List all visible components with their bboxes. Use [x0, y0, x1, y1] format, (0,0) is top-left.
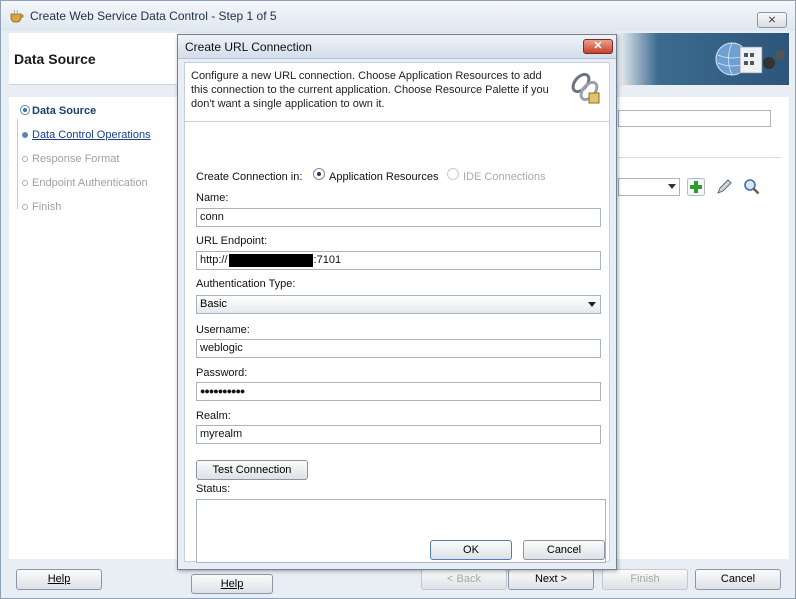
connection-chain-icon: [571, 72, 600, 104]
test-connection-button[interactable]: Test Connection: [196, 460, 308, 480]
edit-pencil-icon[interactable]: [715, 178, 733, 196]
dialog-close-button[interactable]: ✕: [583, 39, 613, 54]
dialog-title-bar: Create URL Connection ✕: [178, 35, 616, 59]
dialog-description: Configure a new URL connection. Choose A…: [191, 70, 549, 110]
chevron-down-icon: [588, 302, 596, 307]
realm-label: Realm:: [196, 410, 231, 422]
nav-step-marker: [22, 180, 28, 186]
outer-help-button[interactable]: Help: [16, 569, 102, 590]
nav-step-endpoint-authentication: Endpoint Authentication: [32, 177, 148, 189]
url-endpoint-label: URL Endpoint:: [196, 235, 268, 247]
dialog-help-button[interactable]: Help: [191, 574, 273, 594]
nav-step-marker: [22, 204, 28, 210]
redacted-host: [228, 253, 313, 267]
nav-step-response-format: Response Format: [32, 153, 120, 165]
url-prefix: http://: [200, 254, 228, 266]
dialog-cancel-button[interactable]: Cancel: [523, 540, 605, 560]
username-field[interactable]: weblogic: [196, 339, 601, 358]
chevron-down-icon: [668, 184, 676, 189]
nav-step-marker: [22, 132, 28, 138]
back-button[interactable]: < Back: [421, 569, 507, 590]
realm-field[interactable]: myrealm: [196, 425, 601, 444]
ok-button[interactable]: OK: [430, 540, 512, 560]
ide-connections-radio: [447, 168, 459, 180]
nav-step-marker: [22, 156, 28, 162]
nav-step-data-source[interactable]: Data Source: [32, 105, 96, 117]
coffee-cup-icon: [10, 9, 24, 23]
authentication-type-label: Authentication Type:: [196, 278, 296, 290]
application-resources-radio[interactable]: [313, 168, 325, 180]
application-resources-label[interactable]: Application Resources: [329, 171, 438, 183]
description-divider: [185, 121, 609, 122]
status-label: Status:: [196, 483, 231, 495]
password-field[interactable]: ●●●●●●●●●●: [196, 382, 601, 401]
wizard-nav-track: [17, 119, 18, 209]
outer-title-bar: Create Web Service Data Control - Step 1…: [1, 1, 795, 31]
name-label: Name:: [196, 192, 229, 204]
nav-step-finish: Finish: [32, 201, 62, 213]
wizard-nav-pane: [9, 97, 181, 559]
search-icon[interactable]: [743, 178, 761, 196]
username-label: Username:: [196, 324, 250, 336]
outer-cancel-button[interactable]: Cancel: [695, 569, 781, 590]
connection-select[interactable]: [618, 178, 680, 196]
password-label: Password:: [196, 367, 248, 379]
ide-connections-label: IDE Connections: [463, 171, 546, 183]
finish-button[interactable]: Finish: [602, 569, 688, 590]
add-icon[interactable]: [687, 178, 705, 196]
nav-step-marker: [20, 105, 30, 115]
authentication-type-value: Basic: [200, 298, 227, 310]
next-button[interactable]: Next >: [508, 569, 594, 590]
dialog-body: Configure a new URL connection. Choose A…: [184, 62, 610, 594]
create-url-connection-dialog: Create URL Connection ✕ Configure a new …: [177, 34, 617, 594]
name-field[interactable]: conn: [196, 208, 601, 227]
background-text-field[interactable]: [618, 110, 771, 127]
banner-title: Data Source: [14, 51, 96, 67]
dialog-title: Create URL Connection: [185, 40, 312, 54]
outer-close-button[interactable]: ⨯: [757, 12, 787, 28]
content-pane: [616, 97, 789, 559]
url-endpoint-field[interactable]: http:// :7101: [196, 251, 601, 270]
create-connection-in-label: Create Connection in:: [196, 171, 303, 183]
content-divider: [618, 157, 781, 158]
banner-graphic: [614, 33, 789, 85]
outer-window-title: Create Web Service Data Control - Step 1…: [30, 9, 277, 23]
authentication-type-select[interactable]: Basic: [196, 295, 601, 314]
banner-globe-icon: [715, 42, 785, 76]
url-suffix: :7101: [313, 254, 342, 266]
outer-help-label: Help: [47, 573, 71, 585]
dialog-help-label: Help: [220, 578, 244, 590]
nav-step-data-control-operations[interactable]: Data Control Operations: [32, 129, 151, 141]
